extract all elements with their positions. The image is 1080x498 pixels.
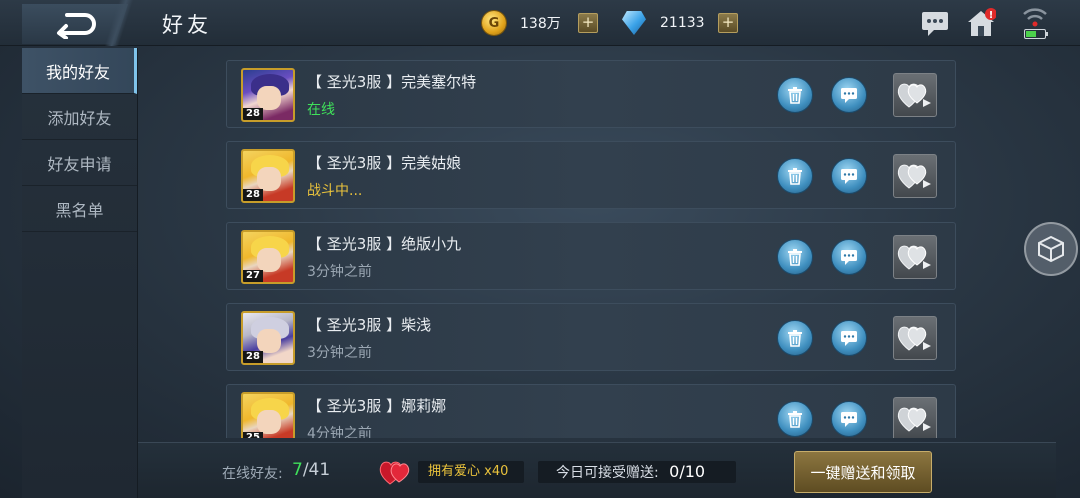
back-arrow-icon — [57, 13, 96, 39]
trash-icon — [788, 168, 802, 185]
add-diamond-button[interactable]: + — [718, 13, 738, 33]
online-friends-label: 在线好友: — [222, 466, 283, 482]
send-heart-button[interactable] — [893, 154, 937, 198]
daily-gift-box: 今日可接受赠送: 0/10 — [538, 461, 736, 483]
heart-send-icon — [897, 164, 931, 189]
love-count: x40 — [484, 464, 509, 479]
love-heart-icon — [379, 461, 410, 485]
bottom-bar: 在线好友: 7/41 拥有爱心 x40 今日可接受赠送: 0/10 一键赠送和领… — [138, 442, 1056, 498]
trash-icon — [788, 249, 802, 266]
home-icon[interactable]: ! — [966, 8, 996, 38]
message-friend-button[interactable] — [831, 320, 867, 356]
delete-friend-button[interactable] — [777, 239, 813, 275]
friend-name: 【 圣光3服 】娜莉娜 — [307, 397, 447, 415]
online-count-number: 7 — [292, 460, 303, 480]
love-count-box: 拥有爱心 x40 — [418, 461, 524, 483]
diamond-value: 21133 — [660, 15, 705, 31]
notification-badge: ! — [989, 10, 994, 21]
sidebar-item-my-friends[interactable]: 我的好友 — [22, 48, 137, 94]
trash-icon — [788, 330, 802, 347]
friend-row: 27 【 圣光3服 】绝版小九 3分钟之前 — [226, 222, 956, 290]
friend-row: 28 【 圣光3服 】完美姑娘 战斗中... — [226, 141, 956, 209]
friend-level: 27 — [243, 270, 263, 282]
friend-avatar[interactable]: 28 — [241, 311, 295, 365]
friend-status: 4分钟之前 — [307, 426, 372, 438]
delete-friend-button[interactable] — [777, 401, 813, 437]
cube-icon — [1038, 235, 1064, 263]
friend-name: 【 圣光3服 】完美塞尔特 — [307, 73, 477, 91]
chat-icon[interactable] — [920, 8, 950, 38]
gold-currency: G 138万 + — [482, 10, 598, 36]
delete-friend-button[interactable] — [777, 77, 813, 113]
friend-name: 【 圣光3服 】绝版小九 — [307, 235, 462, 253]
sidebar-item-friend-requests[interactable]: 好友申请 — [22, 140, 137, 186]
friend-status: 3分钟之前 — [307, 345, 372, 361]
delete-friend-button[interactable] — [777, 158, 813, 194]
sidebar-item-add-friend[interactable]: 添加好友 — [22, 94, 137, 140]
message-friend-button[interactable] — [831, 77, 867, 113]
friend-avatar[interactable]: 28 — [241, 68, 295, 122]
page-title: 好友 — [162, 13, 212, 37]
message-icon — [841, 331, 857, 346]
message-icon — [841, 412, 857, 427]
friend-status: 战斗中... — [307, 183, 363, 199]
friend-level: 28 — [243, 189, 263, 201]
send-heart-button[interactable] — [893, 73, 937, 117]
gold-coin-icon: G — [482, 11, 506, 35]
diamond-icon — [622, 11, 646, 35]
online-count-total: /41 — [302, 460, 331, 480]
message-friend-button[interactable] — [831, 239, 867, 275]
friend-level: 25 — [243, 432, 263, 438]
friend-avatar[interactable]: 27 — [241, 230, 295, 284]
message-icon — [841, 250, 857, 265]
friend-level: 28 — [243, 351, 263, 363]
friend-row: 28 【 圣光3服 】柴浅 3分钟之前 — [226, 303, 956, 371]
message-icon — [841, 88, 857, 103]
send-heart-button[interactable] — [893, 397, 937, 438]
send-heart-button[interactable] — [893, 316, 937, 360]
heart-send-icon — [897, 83, 931, 108]
heart-send-icon — [897, 245, 931, 270]
friend-avatar[interactable]: 28 — [241, 149, 295, 203]
trash-icon — [788, 87, 802, 104]
add-gold-button[interactable]: + — [578, 13, 598, 33]
friend-name: 【 圣光3服 】柴浅 — [307, 316, 432, 334]
sidebar: 我的好友 添加好友 好友申请 黑名单 — [22, 48, 138, 498]
online-friends-count: 7/41 — [292, 460, 330, 480]
heart-send-icon — [897, 326, 931, 351]
friend-avatar[interactable]: 25 — [241, 392, 295, 438]
friend-list[interactable]: 28 【 圣光3服 】完美塞尔特 在线 28 【 圣光3服 】完美姑娘 战斗中.… — [226, 60, 958, 438]
message-icon — [841, 169, 857, 184]
love-label: 拥有爱心 — [428, 464, 481, 479]
friend-status: 3分钟之前 — [307, 264, 372, 280]
friend-status: 在线 — [307, 102, 335, 118]
friend-row: 25 【 圣光3服 】娜莉娜 4分钟之前 — [226, 384, 956, 438]
top-bar: 好友 G 138万 + 21133 + ! — [0, 0, 1080, 46]
daily-gift-label: 今日可接受赠送: — [556, 465, 659, 481]
friend-level: 28 — [243, 108, 263, 120]
sidebar-item-blacklist[interactable]: 黑名单 — [22, 186, 137, 232]
trash-icon — [788, 411, 802, 428]
message-friend-button[interactable] — [831, 401, 867, 437]
floating-menu-button[interactable] — [1024, 222, 1078, 276]
battery-icon — [1024, 29, 1048, 39]
gold-value: 138万 — [520, 16, 561, 32]
send-heart-button[interactable] — [893, 235, 937, 279]
heart-send-icon — [897, 407, 931, 432]
diamond-currency: 21133 + — [622, 10, 738, 36]
delete-friend-button[interactable] — [777, 320, 813, 356]
daily-gift-value: 0/10 — [669, 462, 706, 481]
one-key-send-receive-button[interactable]: 一键赠送和领取 — [794, 451, 932, 493]
friend-row: 28 【 圣光3服 】完美塞尔特 在线 — [226, 60, 956, 128]
friend-name: 【 圣光3服 】完美姑娘 — [307, 154, 462, 172]
message-friend-button[interactable] — [831, 158, 867, 194]
